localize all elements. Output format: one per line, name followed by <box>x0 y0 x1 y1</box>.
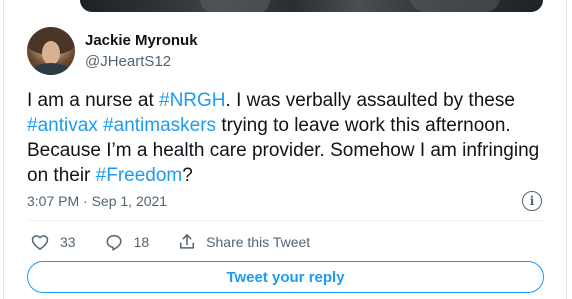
hashtag-link[interactable]: #antivax <box>27 115 98 136</box>
share-button[interactable]: Share this Tweet <box>177 232 310 252</box>
divider <box>27 220 544 221</box>
card-right-border <box>566 0 567 299</box>
media-shape <box>200 0 270 12</box>
card-left-border <box>3 0 4 299</box>
tweet-timestamp[interactable]: 3:07 PM · Sep 1, 2021 <box>27 192 167 210</box>
tweet-text-segment: I am a nurse at <box>27 90 160 111</box>
avatar[interactable] <box>27 27 75 75</box>
tweet-actions: 33 18 Share this Tweet <box>30 231 338 253</box>
reply-count: 18 <box>133 234 150 250</box>
author-names: Jackie Myronuk @JHeartS12 <box>85 31 198 72</box>
share-label: Share this Tweet <box>206 234 311 250</box>
tweet-text-segment: ? <box>182 165 193 186</box>
avatar-face <box>42 41 60 65</box>
hashtag-link[interactable]: #Freedom <box>96 165 183 186</box>
hashtag-link[interactable]: #antimaskers <box>103 115 216 136</box>
tweet-text: I am a nurse at #NRGH. I was verbally as… <box>27 88 547 188</box>
reply-bubble-icon <box>106 235 122 251</box>
tweet-text-segment: . I was verbally assaulted by these <box>225 90 515 111</box>
like-button[interactable]: 33 <box>30 232 76 252</box>
previous-tweet-media[interactable] <box>80 0 543 12</box>
tweet-your-reply-button[interactable]: Tweet your reply <box>27 261 544 293</box>
share-icon <box>180 234 195 249</box>
reply-button[interactable]: 18 <box>104 232 150 252</box>
author-display-name[interactable]: Jackie Myronuk <box>85 31 198 51</box>
media-shape <box>410 0 500 12</box>
heart-icon <box>31 235 49 250</box>
author-handle[interactable]: @JHeartS12 <box>85 52 198 72</box>
hashtag-link[interactable]: #NRGH <box>159 90 226 111</box>
info-icon[interactable]: i <box>522 191 542 211</box>
tweet-card: Jackie Myronuk @JHeartS12 I am a nurse a… <box>0 0 572 299</box>
avatar-shirt <box>31 63 71 75</box>
tweet-header: Jackie Myronuk @JHeartS12 <box>27 26 198 76</box>
like-count: 33 <box>60 234 76 250</box>
